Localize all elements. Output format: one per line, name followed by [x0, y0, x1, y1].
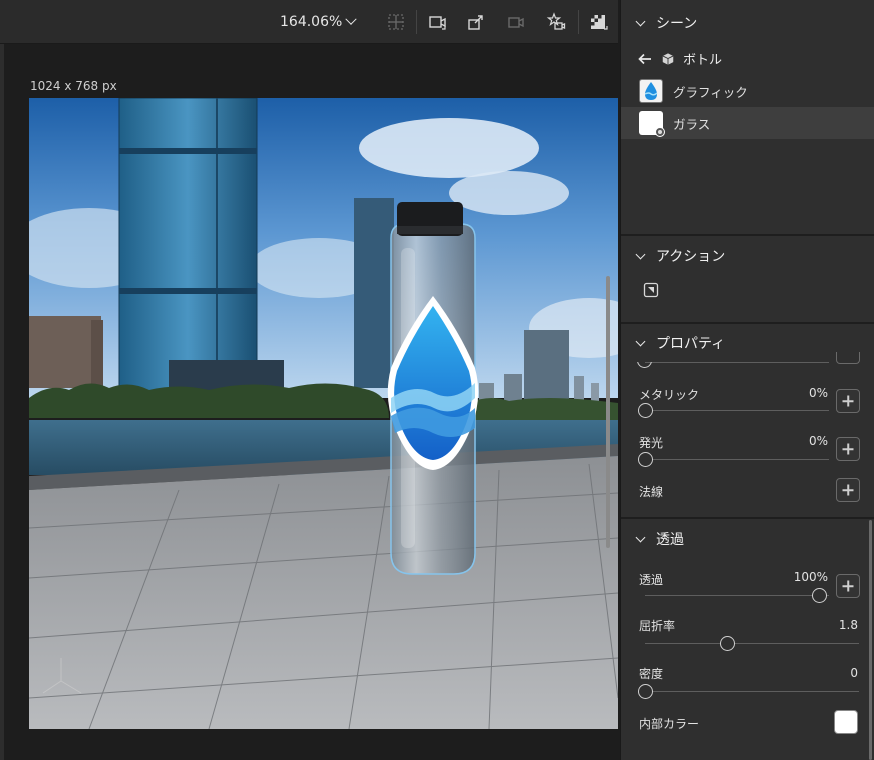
zoom-dropdown[interactable]: 164.06% — [280, 13, 357, 30]
metallic-slider-track — [645, 410, 829, 411]
breadcrumb-current-label: ボトル — [683, 53, 723, 68]
chevron-down-icon — [635, 16, 646, 26]
scene-section-header[interactable]: シーン — [621, 3, 874, 43]
normal-add-button[interactable] — [836, 478, 860, 502]
emission-label: 発光 — [639, 436, 664, 450]
layer-label: グラフィック — [673, 84, 748, 100]
transmission-slider-track — [645, 595, 829, 596]
back-arrow-icon[interactable] — [637, 51, 653, 67]
zoom-label: 164.06% — [280, 14, 343, 30]
actions-section-title: アクション — [656, 249, 726, 265]
ior-slider-handle[interactable] — [720, 636, 735, 651]
camera-view-icon[interactable] — [506, 12, 526, 32]
ior-value: 1.8 — [838, 618, 858, 632]
actions-section-header[interactable]: アクション — [621, 236, 874, 276]
density-value: 0 — [850, 666, 858, 680]
slider-track — [645, 362, 829, 363]
metallic-add-button[interactable] — [836, 389, 860, 413]
transmission-value: 100% — [793, 570, 828, 584]
emission-add-button[interactable] — [836, 437, 860, 461]
layer-row-glass[interactable]: ガラス — [621, 107, 874, 139]
canvas-vertical-scrollbar[interactable] — [606, 276, 610, 548]
grid-snap-icon[interactable] — [386, 12, 406, 32]
toolbar-divider — [578, 10, 579, 34]
panel-scrollbar[interactable] — [869, 520, 872, 760]
emission-slider-track — [645, 459, 829, 460]
ior-slider-track — [645, 643, 859, 644]
left-edge-strip — [0, 44, 4, 760]
add-starred-camera-icon[interactable] — [546, 12, 566, 32]
frame-select-icon[interactable] — [427, 12, 447, 32]
density-slider-track — [645, 691, 859, 692]
glass-thumbnail — [639, 111, 665, 137]
metallic-label: メタリック — [639, 388, 700, 402]
render-preview-icon[interactable] — [588, 12, 608, 32]
transmission-section-header[interactable]: 透過 — [621, 519, 874, 559]
action-item-icon[interactable] — [643, 282, 659, 298]
transmission-add-button[interactable] — [836, 574, 860, 598]
normal-label: 法線 — [639, 485, 664, 499]
slider-knob-partial — [637, 362, 661, 368]
chevron-down-icon — [635, 249, 646, 259]
bottle-object — [387, 202, 479, 575]
top-toolbar: 164.06% — [0, 0, 618, 44]
layer-row-graphic[interactable]: グラフィック — [621, 75, 874, 107]
right-panel: シーン ボトル グラフィック ガラス アクション プロパティ メタリック 0% … — [620, 0, 874, 760]
density-label: 密度 — [639, 667, 664, 681]
breadcrumb: ボトル — [637, 49, 722, 68]
share-export-icon[interactable] — [466, 12, 486, 32]
chevron-down-icon — [635, 532, 646, 542]
scene-section-title: シーン — [656, 16, 698, 32]
interior-color-swatch[interactable] — [834, 710, 858, 734]
ior-label: 屈折率 — [639, 619, 676, 633]
metallic-slider-handle[interactable] — [638, 403, 653, 418]
graphic-thumbnail — [639, 79, 663, 103]
metallic-value: 0% — [808, 386, 828, 400]
plus-button-partial[interactable] — [836, 352, 860, 364]
material-badge-icon — [655, 127, 665, 137]
transmission-section-title: 透過 — [656, 532, 684, 548]
cube-icon — [662, 52, 674, 65]
water-drop-icon — [644, 82, 658, 100]
toolbar-divider — [416, 10, 417, 34]
interior-color-label: 内部カラー — [639, 717, 700, 731]
scene-render — [29, 98, 618, 729]
layer-label: ガラス — [673, 116, 711, 132]
density-slider-handle[interactable] — [638, 684, 653, 699]
transmission-slider-handle[interactable] — [812, 588, 827, 603]
canvas-dimension-label: 1024 x 768 px — [30, 79, 117, 93]
scene-viewport[interactable] — [29, 98, 618, 729]
chevron-down-icon — [635, 336, 646, 346]
emission-value: 0% — [808, 434, 828, 448]
transmission-label: 透過 — [639, 573, 664, 587]
properties-section-title: プロパティ — [656, 336, 726, 352]
chevron-down-icon — [345, 13, 357, 25]
emission-slider-handle[interactable] — [638, 452, 653, 467]
